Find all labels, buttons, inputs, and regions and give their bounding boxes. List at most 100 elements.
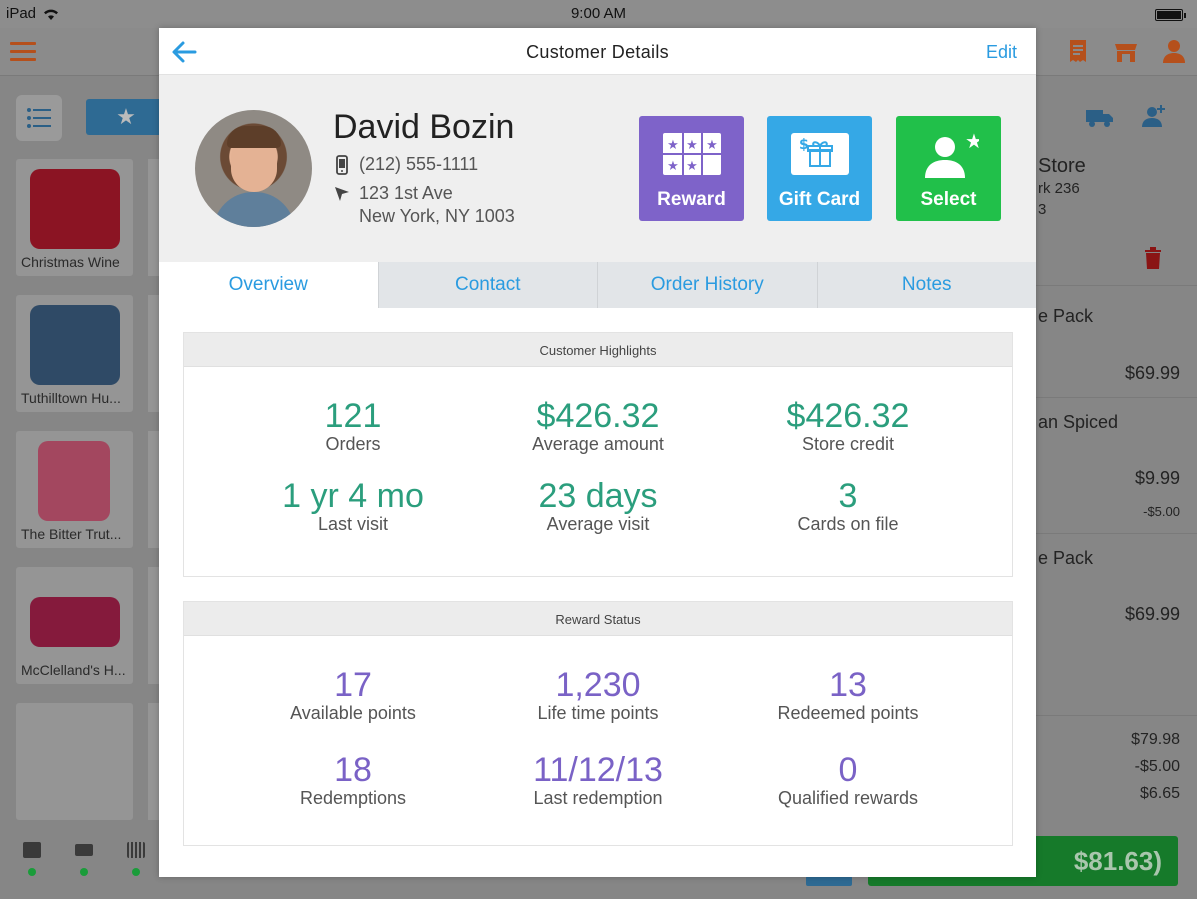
stat-qualified-rewards: 0 Qualified rewards	[710, 751, 986, 809]
stat-label: Orders	[325, 434, 381, 454]
stat-label: Redeemed points	[777, 703, 919, 723]
store-icon[interactable]	[1113, 38, 1139, 64]
cart-tax: $6.65	[1139, 785, 1180, 802]
svg-text:★: ★	[686, 159, 698, 174]
divider	[1036, 285, 1197, 286]
bg-bottom-toolbar	[0, 834, 160, 899]
stat-label: Available points	[290, 703, 416, 723]
cart-store-sub: rk 236	[1038, 180, 1080, 197]
card-reader-icon[interactable]	[75, 844, 93, 856]
stat-value: $426.32	[536, 397, 660, 435]
trash-icon[interactable]	[1143, 247, 1163, 269]
cart-item-name: an Spiced	[1038, 412, 1119, 432]
status-dot	[132, 868, 140, 876]
tab-overview[interactable]: Overview	[159, 262, 378, 308]
product-tile[interactable]: McClelland's H...	[16, 567, 133, 684]
tab-contact[interactable]: Contact	[377, 262, 597, 308]
stat-value: 18	[334, 751, 372, 789]
customer-phone[interactable]: (212) 555-1111	[359, 154, 478, 175]
stat-value: 17	[334, 666, 372, 704]
stat-label: Cards on file	[797, 514, 899, 534]
receipt-icon[interactable]	[1065, 38, 1091, 64]
stat-label: Qualified rewards	[777, 788, 919, 808]
battery-icon	[1155, 9, 1186, 21]
status-time: 9:00 AM	[570, 5, 627, 22]
stat-value: $426.32	[786, 397, 910, 435]
harness-image	[38, 441, 110, 521]
divider	[1036, 533, 1197, 534]
list-view-button[interactable]	[16, 95, 62, 141]
stat-label: Redemptions	[299, 788, 407, 808]
product-tile[interactable]: Christmas Wine	[16, 159, 133, 276]
reward-button[interactable]: ★ ★ ★ ★ ★ Reward	[639, 116, 744, 221]
tab-notes[interactable]: Notes	[816, 262, 1036, 308]
cart-discount: -$5.00	[1134, 758, 1180, 775]
svg-text:★: ★	[965, 132, 979, 153]
customer-profile: David Bozin (212) 555-1111 123 1st Ave N…	[159, 75, 1036, 262]
stat-value: 1,230	[555, 666, 641, 704]
product-label: Tuthilltown Hu...	[21, 390, 121, 406]
stat-value: 0	[838, 751, 858, 789]
bg-top-icons	[1065, 38, 1187, 64]
gift-card-button[interactable]: $ Gift Card	[767, 116, 872, 221]
cart-store-sub: 3	[1038, 201, 1047, 218]
svg-text:★: ★	[686, 138, 698, 153]
add-customer-icon[interactable]	[1142, 105, 1166, 127]
cart-item-price: $9.99	[1134, 468, 1180, 488]
product-label: Christmas Wine	[21, 254, 120, 270]
stat-average-amount: $426.32 Average amount	[460, 397, 736, 455]
product-label: The Bitter Trut...	[21, 526, 122, 542]
barcode-icon[interactable]	[127, 842, 145, 858]
svg-text:★: ★	[667, 159, 679, 174]
customer-address-line2[interactable]: New York, NY 1003	[359, 206, 515, 227]
cart-subtotal: $79.98	[1131, 731, 1180, 748]
status-dot	[80, 868, 88, 876]
shoes-image	[30, 597, 120, 647]
user-icon[interactable]	[1161, 38, 1187, 64]
select-button-label: Select	[920, 189, 977, 210]
stat-cards-on-file: 3 Cards on file	[710, 477, 986, 535]
stat-label: Store credit	[801, 434, 895, 454]
shirt-image	[30, 305, 120, 385]
stat-lifetime-points: 1,230 Life time points	[460, 666, 736, 724]
status-bar: iPad 9:00 AM	[0, 0, 1197, 28]
cart-item-price: $69.99	[1124, 363, 1180, 383]
divider	[1036, 397, 1197, 398]
stat-label: Last redemption	[533, 788, 663, 808]
stat-value: 11/12/13	[533, 751, 663, 789]
tab-order-history[interactable]: Order History	[597, 262, 817, 308]
product-tile[interactable]: The Bitter Trut...	[16, 431, 133, 548]
cart-item-discount: -$5.00	[1143, 504, 1180, 519]
customer-phone-row: (212) 555-1111	[333, 154, 478, 175]
empty-product-tile[interactable]	[16, 703, 133, 820]
cash-drawer-icon[interactable]	[23, 842, 41, 858]
edit-button[interactable]: Edit	[986, 42, 1017, 63]
reward-card-icon: ★ ★ ★ ★ ★	[662, 133, 721, 175]
stat-label: Last visit	[317, 514, 389, 534]
select-button[interactable]: ★ Select	[896, 116, 1001, 221]
stat-last-visit: 1 yr 4 mo Last visit	[215, 477, 491, 535]
customer-name: David Bozin	[333, 108, 515, 146]
bg-secondary-button[interactable]	[806, 876, 852, 886]
stat-available-points: 17 Available points	[215, 666, 491, 724]
menu-icon[interactable]	[10, 42, 36, 62]
svg-text:★: ★	[667, 138, 679, 153]
stat-value: 23 days	[538, 477, 658, 515]
list-icon	[27, 108, 51, 128]
reward-button-label: Reward	[657, 189, 726, 210]
cart-item-name: e Pack	[1038, 306, 1094, 326]
sweater-image	[30, 169, 120, 249]
divider	[1036, 715, 1197, 716]
modal-header: Customer Details Edit	[159, 28, 1036, 75]
phone-icon	[336, 154, 348, 175]
product-tile[interactable]: Tuthilltown Hu...	[16, 295, 133, 412]
delivery-truck-icon[interactable]	[1086, 107, 1114, 127]
bg-product-grid: ★ Christmas Wine Tuthilltown Hu... The B…	[0, 77, 166, 837]
customer-address-line1[interactable]: 123 1st Ave	[359, 183, 453, 204]
stat-value: 3	[838, 477, 858, 515]
favorites-button[interactable]: ★	[86, 99, 166, 135]
stat-orders: 121 Orders	[215, 397, 491, 455]
location-arrow-icon	[335, 186, 349, 201]
avatar	[195, 110, 312, 227]
cart-item-name: e Pack	[1038, 548, 1094, 568]
